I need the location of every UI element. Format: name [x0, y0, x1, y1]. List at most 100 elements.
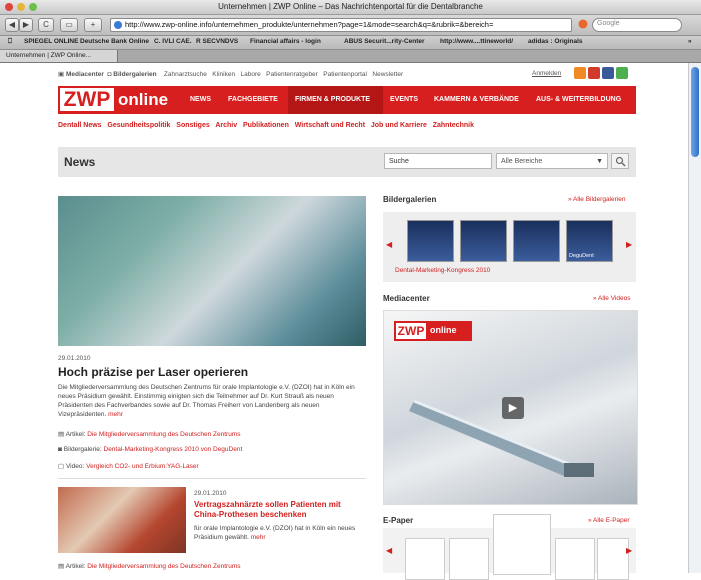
related-item: ▢ Video: Vergleich CO2- und Erbium:YAG-L…	[58, 462, 199, 470]
util-link-bildergalerien[interactable]: Bildergalerien	[113, 71, 156, 78]
subnav-item[interactable]: Job und Karriere	[371, 122, 427, 129]
all-epaper-link[interactable]: » Alle E-Paper	[588, 517, 630, 524]
video-player[interactable]: ZWP online ▶	[383, 310, 638, 505]
bookmarks-overflow-icon[interactable]: »	[688, 38, 692, 45]
util-link-newsletter[interactable]: Newsletter	[372, 71, 403, 78]
reload-button[interactable]: C	[38, 18, 54, 32]
bookmark-item[interactable]: Deutsche Bank Online	[80, 38, 149, 45]
article-title[interactable]: Hoch präzise per Laser operieren	[58, 365, 248, 379]
bookmark-item[interactable]: C. IVLI CAE.	[154, 38, 192, 45]
video-icon: ▢	[58, 463, 65, 470]
article-hero-image[interactable]	[58, 196, 366, 346]
bookmark-item[interactable]: R SECVNDVS	[196, 38, 238, 45]
bookmarks-book-icon[interactable]: ⎕	[8, 38, 12, 46]
subnav-item[interactable]: Sonstiges	[176, 122, 209, 129]
play-icon[interactable]: ▶	[502, 397, 524, 419]
bookmark-item[interactable]: ABUS Securit...rity-Center	[344, 38, 425, 45]
gallery-thumbnail[interactable]	[513, 220, 560, 262]
mediacenter-heading: Mediacenter	[383, 294, 430, 303]
document-icon: ▤	[58, 563, 65, 570]
epaper-cover-featured[interactable]	[493, 514, 551, 575]
nav-news[interactable]: NEWS	[190, 86, 211, 114]
galleries-heading: Bildergalerien	[383, 195, 437, 204]
nav-events[interactable]: EVENTS	[390, 86, 418, 114]
facebook-icon[interactable]	[601, 67, 614, 79]
subnav-item[interactable]: Dentall News	[58, 122, 102, 129]
tab-active[interactable]: Unternehmen | ZWP Online...	[0, 50, 118, 62]
epaper-cover[interactable]	[597, 538, 629, 580]
url-text: http://www.zwp-online.info/unternehmen_p…	[125, 20, 494, 29]
article-lead-text: Die Mitgliederversammlung des Deutschen …	[58, 384, 355, 418]
bookmark-item[interactable]: Financial affairs - login	[250, 38, 321, 45]
video-logo-zwp: ZWP	[396, 323, 426, 339]
epaper-cover[interactable]	[555, 538, 595, 580]
area-select[interactable]: Alle Bereiche ▼	[496, 153, 608, 169]
subnav-item[interactable]: Zahntechnik	[433, 122, 474, 129]
related-link[interactable]: Die Mitgliederversammlung des Deutschen …	[87, 431, 240, 438]
site-search-input[interactable]: Suche	[384, 153, 492, 169]
epaper-cover[interactable]	[405, 538, 445, 580]
gallery-thumbnail[interactable]: DeguDent	[566, 220, 613, 262]
search-button[interactable]	[611, 153, 629, 169]
nav-aus-weiterbildung[interactable]: AUS- & WEITERBILDUNG	[536, 86, 621, 114]
article-thumbnail[interactable]	[58, 487, 186, 553]
document-icon: ▤	[58, 431, 65, 438]
subnav-item[interactable]: Publikationen	[243, 122, 289, 129]
read-more-link[interactable]: mehr	[251, 534, 266, 541]
login-link[interactable]: Anmelden	[532, 70, 561, 77]
forward-button[interactable]: ▶	[19, 18, 33, 32]
all-galleries-link[interactable]: » Alle Bildergalerien	[568, 196, 625, 203]
carousel-next-icon[interactable]: ▶	[626, 240, 632, 249]
rss-icon[interactable]	[574, 67, 586, 79]
video-logo: ZWP online	[394, 321, 472, 341]
utility-links: ▣ Mediacenter ◘ Bildergalerien Zahnarzts…	[58, 70, 403, 78]
related-link[interactable]: Dental-Marketing-Kongress 2010 von DeguD…	[104, 446, 243, 453]
window-titlebar: Unternehmen | ZWP Online – Das Nachricht…	[0, 0, 701, 15]
share-icon[interactable]	[615, 67, 628, 79]
scrollbar-thumb[interactable]	[691, 67, 699, 157]
carousel-next-icon[interactable]: ▶	[626, 546, 632, 555]
gallery-thumbnail[interactable]	[407, 220, 454, 262]
epaper-cover[interactable]	[449, 538, 489, 580]
address-bar[interactable]: http://www.zwp-online.info/unternehmen_p…	[110, 18, 572, 32]
snapback-button[interactable]: ▭	[60, 18, 78, 32]
related-link[interactable]: Die Mitgliederversammlung des Deutschen …	[87, 563, 240, 570]
article-title-link[interactable]: Vertragszahnärzte sollen Patienten mit C…	[194, 500, 364, 520]
gallery-thumbnail[interactable]	[460, 220, 507, 262]
subnav-item[interactable]: Archiv	[215, 122, 237, 129]
util-link-patientenratgeber[interactable]: Patientenratgeber	[266, 71, 318, 78]
add-bookmark-button[interactable]: +	[84, 18, 102, 32]
article-lead: Die Mitgliederversammlung des Deutschen …	[58, 383, 366, 419]
youtube-icon[interactable]	[587, 67, 600, 79]
related-link[interactable]: Vergleich CO2- und Erbium:YAG-Laser	[86, 463, 199, 470]
rss-status-icon[interactable]	[578, 19, 588, 29]
util-link-zahnarztsuche[interactable]: Zahnarztsuche	[164, 71, 207, 78]
vertical-scrollbar[interactable]	[688, 63, 701, 573]
related-item: ▤ Artikel: Die Mitgliederversammlung des…	[58, 562, 240, 570]
util-link-patientenportal[interactable]: Patientenportal	[323, 71, 367, 78]
gallery-caption[interactable]: Dental-Marketing-Kongress 2010	[395, 267, 490, 274]
all-videos-link[interactable]: » Alle Videos	[593, 295, 630, 302]
subnav-item[interactable]: Wirtschaft und Recht	[295, 122, 365, 129]
carousel-prev-icon[interactable]: ◀	[386, 240, 392, 249]
bookmark-item[interactable]: SPIEGEL ONLINE	[24, 38, 78, 45]
nav-kammern-verbaende[interactable]: KAMMERN & VERBÄNDE	[434, 86, 519, 114]
subnav-item[interactable]: Gesundheitspolitik	[107, 122, 170, 129]
util-link-mediacenter[interactable]: Mediacenter	[66, 71, 104, 78]
logo-online: online	[118, 90, 169, 109]
thumbnail-label: DeguDent	[569, 253, 594, 259]
nav-firmen-produkte[interactable]: FIRMEN & PRODUKTE	[295, 86, 370, 114]
bookmark-item[interactable]: http://www....ttineworld/	[440, 38, 513, 45]
nav-fachgebiete[interactable]: FACHGEBIETE	[228, 86, 278, 114]
read-more-link[interactable]: mehr	[108, 411, 123, 418]
web-search-input[interactable]: Google	[592, 18, 682, 32]
bookmark-item[interactable]: adidas : Originals	[528, 38, 583, 45]
util-link-labore[interactable]: Labore	[240, 71, 260, 78]
back-button[interactable]: ◀	[5, 18, 19, 32]
carousel-prev-icon[interactable]: ◀	[386, 546, 392, 555]
article-lead: für orale Implantologie e.V. (DZOI) hat …	[194, 525, 364, 542]
util-link-kliniken[interactable]: Kliniken	[212, 71, 235, 78]
zwp-online-logo[interactable]: ZWP online	[58, 86, 184, 114]
news-header-bar: News Suche Alle Bereiche ▼	[58, 147, 636, 177]
article-date: 29.01.2010	[194, 490, 227, 497]
